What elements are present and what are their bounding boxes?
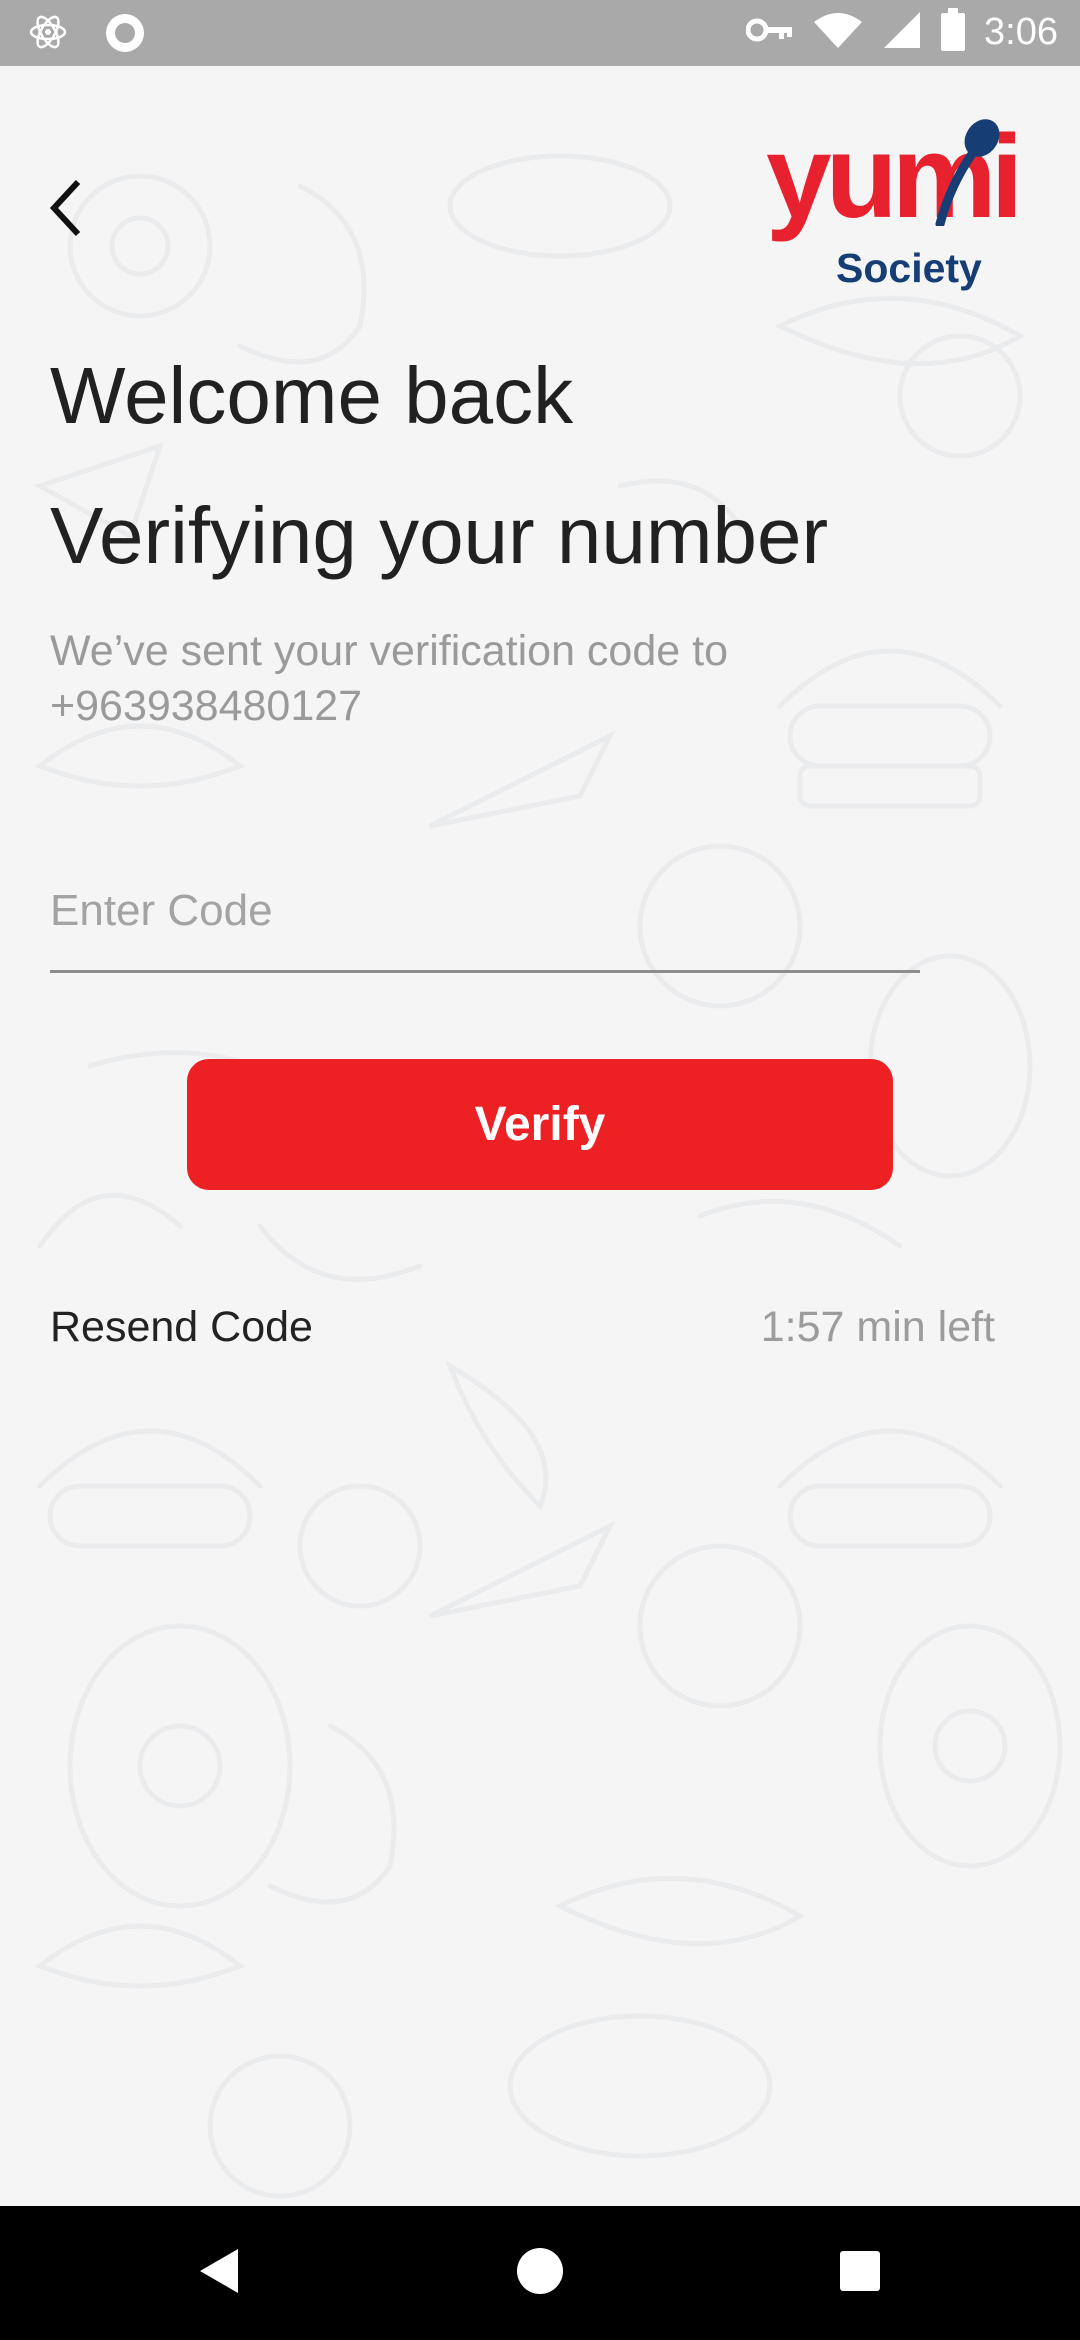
home-circle-icon xyxy=(516,2247,564,2300)
vpn-key-icon xyxy=(745,15,794,50)
verification-message-text: We’ve sent your verification code to xyxy=(50,627,728,675)
code-input[interactable] xyxy=(50,852,920,973)
nav-back-button[interactable] xyxy=(160,2206,280,2340)
page-title: Verifying your number xyxy=(50,491,829,580)
status-bar: 3:06 xyxy=(0,0,1080,66)
verification-message: We’ve sent your verification code to +96… xyxy=(50,624,950,734)
countdown-timer: 1:57 min left xyxy=(760,1303,995,1351)
clock: 3:06 xyxy=(984,11,1058,53)
resend-code-link[interactable]: Resend Code xyxy=(50,1303,313,1352)
signal-icon xyxy=(882,10,922,55)
welcome-heading: Welcome back xyxy=(50,351,574,440)
chevron-left-icon xyxy=(46,178,86,243)
phone-number: +963938480127 xyxy=(50,682,363,730)
navigation-bar xyxy=(0,2206,1080,2340)
battery-icon xyxy=(940,8,966,57)
wifi-icon xyxy=(812,10,864,55)
status-left xyxy=(28,12,146,59)
back-button[interactable] xyxy=(36,170,96,250)
status-right: 3:06 xyxy=(745,8,1058,57)
verify-button[interactable]: Verify xyxy=(187,1059,893,1190)
atom-icon xyxy=(28,12,68,59)
back-triangle-icon xyxy=(198,2247,242,2300)
recents-square-icon xyxy=(839,2250,881,2297)
yumi-society-logo: yumi Society xyxy=(760,118,1025,304)
nav-recents-button[interactable] xyxy=(800,2206,920,2340)
nav-home-button[interactable] xyxy=(480,2206,600,2340)
circle-record-icon xyxy=(104,12,146,59)
logo-tagline: Society xyxy=(836,245,982,291)
spoon-icon xyxy=(935,119,1000,226)
